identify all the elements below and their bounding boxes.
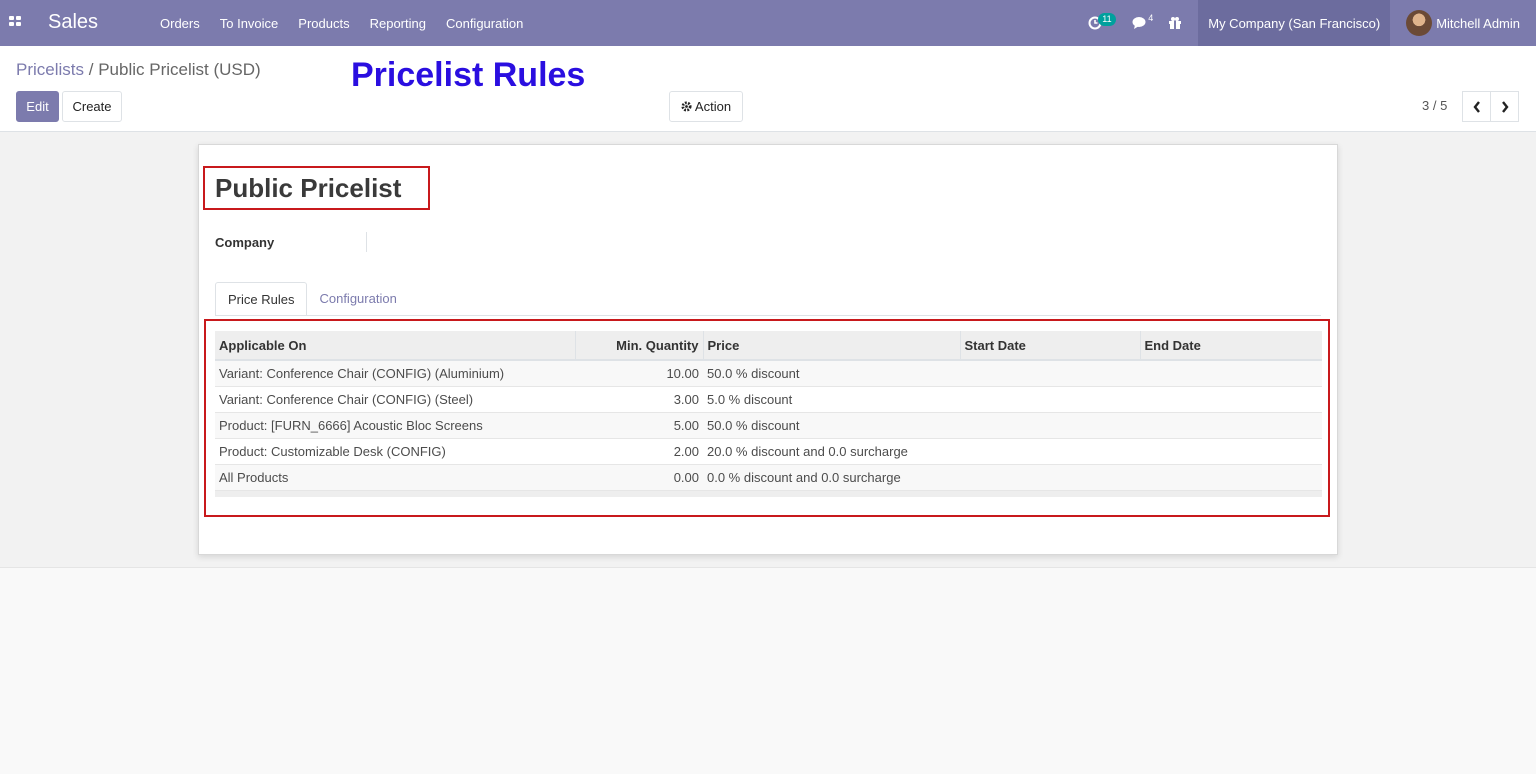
company-field xyxy=(366,232,367,252)
cell-min-quantity: 2.00 xyxy=(575,438,703,465)
tab-price-rules[interactable]: Price Rules xyxy=(215,282,308,316)
breadcrumb-pricelists-link[interactable]: Pricelists xyxy=(16,60,84,79)
menu-item-configuration[interactable]: Configuration xyxy=(436,16,533,31)
activity-button[interactable]: 11 xyxy=(1086,0,1126,46)
cell-applicable-on: Variant: Conference Chair (CONFIG) (Stee… xyxy=(215,386,575,413)
column-min-quantity[interactable]: Min. Quantity xyxy=(575,331,704,361)
notebook-tabs: Price Rules Configuration xyxy=(215,282,409,316)
annotation-title: Pricelist Rules xyxy=(351,56,586,94)
messaging-button[interactable]: 4 xyxy=(1130,0,1166,46)
cell-min-quantity: 5.00 xyxy=(575,412,703,439)
cell-applicable-on: All Products xyxy=(215,464,575,491)
user-menu[interactable]: Mitchell Admin xyxy=(1390,10,1536,36)
company-label: Company xyxy=(215,235,275,250)
pager-next-button[interactable] xyxy=(1490,91,1519,122)
cell-applicable-on: Variant: Conference Chair (CONFIG) (Alum… xyxy=(215,360,575,387)
avatar xyxy=(1406,10,1433,36)
apps-menu-icon[interactable] xyxy=(9,16,22,27)
company-switcher[interactable]: My Company (San Francisco) xyxy=(1198,0,1391,46)
cell-price: 0.0 % discount and 0.0 surcharge xyxy=(703,464,960,491)
price-rules-table: Applicable On Min. Quantity Price Start … xyxy=(215,331,1322,497)
table-row[interactable]: Product: [FURN_6666] Acoustic Bloc Scree… xyxy=(215,412,1322,439)
table-row[interactable]: Variant: Conference Chair (CONFIG) (Stee… xyxy=(215,386,1322,413)
tab-configuration[interactable]: Configuration xyxy=(307,282,408,316)
menu-item-to-invoice[interactable]: To Invoice xyxy=(210,16,289,31)
cell-end-date xyxy=(1140,438,1322,465)
gear-icon xyxy=(681,101,692,112)
activity-badge: 11 xyxy=(1098,13,1116,26)
table-footer-row xyxy=(215,490,1322,497)
menu-item-reporting[interactable]: Reporting xyxy=(360,16,436,31)
chevron-left-icon xyxy=(1472,100,1480,113)
create-button[interactable]: Create xyxy=(62,91,122,122)
table-row[interactable]: All Products 0.00 0.0 % discount and 0.0… xyxy=(215,464,1322,491)
cell-start-date xyxy=(960,438,1140,465)
gift-icon xyxy=(1169,17,1182,29)
table-row[interactable]: Product: Customizable Desk (CONFIG) 2.00… xyxy=(215,438,1322,465)
cell-start-date xyxy=(960,464,1140,491)
breadcrumb-current: Public Pricelist (USD) xyxy=(98,60,261,79)
app-name[interactable]: Sales xyxy=(48,11,98,34)
column-price[interactable]: Price xyxy=(703,331,961,361)
cell-end-date xyxy=(1140,360,1322,387)
cell-start-date xyxy=(960,360,1140,387)
column-applicable-on[interactable]: Applicable On xyxy=(215,331,576,361)
breadcrumb: Pricelists / Public Pricelist (USD) xyxy=(16,60,261,80)
table-row[interactable]: Variant: Conference Chair (CONFIG) (Alum… xyxy=(215,360,1322,387)
pager-value[interactable]: 3 / 5 xyxy=(1422,98,1447,113)
cell-start-date xyxy=(960,386,1140,413)
chevron-right-icon xyxy=(1501,100,1509,113)
gift-button[interactable] xyxy=(1166,0,1190,46)
cell-start-date xyxy=(960,412,1140,439)
column-start-date[interactable]: Start Date xyxy=(960,331,1141,361)
cell-min-quantity: 0.00 xyxy=(575,464,703,491)
systray: 11 4 My Company (San Francisco) Mitchell… xyxy=(1086,0,1536,46)
cell-applicable-on: Product: [FURN_6666] Acoustic Bloc Scree… xyxy=(215,412,575,439)
cell-min-quantity: 10.00 xyxy=(575,360,703,387)
cell-price: 5.0 % discount xyxy=(703,386,960,413)
action-label: Action xyxy=(694,99,732,114)
table-header-row: Applicable On Min. Quantity Price Start … xyxy=(215,331,1322,361)
form-sheet: Public Pricelist Company Price Rules Con… xyxy=(198,144,1338,555)
cell-end-date xyxy=(1140,386,1322,413)
tab-divider xyxy=(215,315,1321,316)
cell-end-date xyxy=(1140,412,1322,439)
cell-price: 20.0 % discount and 0.0 surcharge xyxy=(703,438,960,465)
cell-price: 50.0 % discount xyxy=(703,412,960,439)
user-name: Mitchell Admin xyxy=(1436,15,1520,31)
cell-min-quantity: 3.00 xyxy=(575,386,703,413)
edit-button[interactable]: Edit xyxy=(16,91,59,122)
cell-applicable-on: Product: Customizable Desk (CONFIG) xyxy=(215,438,575,465)
control-panel: Pricelists / Public Pricelist (USD) Pric… xyxy=(0,46,1536,132)
pager-previous-button[interactable] xyxy=(1462,91,1491,122)
top-navbar: Sales Orders To Invoice Products Reporti… xyxy=(0,0,1536,46)
menu-item-orders[interactable]: Orders xyxy=(150,16,210,31)
messages-count: 4 xyxy=(1148,13,1154,23)
menu-item-products[interactable]: Products xyxy=(288,16,359,31)
cell-end-date xyxy=(1140,464,1322,491)
main-menu: Orders To Invoice Products Reporting Con… xyxy=(150,0,533,46)
chat-icon xyxy=(1132,17,1146,29)
action-button[interactable]: Action xyxy=(669,91,743,122)
cell-price: 50.0 % discount xyxy=(703,360,960,387)
column-end-date[interactable]: End Date xyxy=(1140,331,1322,361)
breadcrumb-separator: / xyxy=(88,60,94,79)
pricelist-title: Public Pricelist xyxy=(215,173,402,203)
